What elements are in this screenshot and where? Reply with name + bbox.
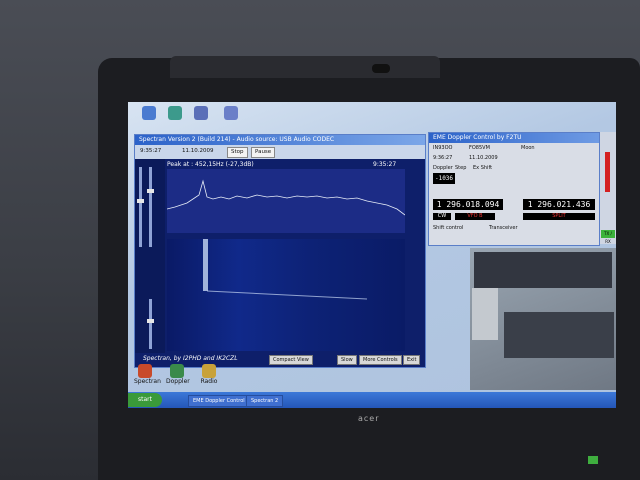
pause-button[interactable]: Pause (251, 147, 276, 158)
knob-box (472, 288, 498, 340)
eme-date: 11.10.2009 (469, 155, 498, 161)
eme-title: EME Doppler Control by F2TU (429, 133, 599, 143)
spectran-toolbar: 9:35:27 11.10.2009 Stop Pause (135, 145, 425, 159)
small-laptop (504, 312, 614, 358)
moon-label: Moon (521, 145, 535, 151)
date-label: 11.10.2009 (179, 147, 217, 156)
split-label: SPLIT (523, 213, 595, 220)
tx-rx-button[interactable]: TX / RX (601, 230, 615, 244)
slider-graphics (137, 167, 154, 349)
waterfall-display (167, 239, 405, 351)
start-button[interactable]: start (128, 393, 162, 407)
right-control-strip: TX / RX (600, 132, 616, 244)
task-spectran[interactable]: Spectran 2 (246, 395, 284, 407)
left-sliders[interactable] (135, 159, 165, 359)
desktop-icon-3[interactable] (190, 106, 212, 120)
spectrum-display (166, 169, 406, 233)
desktop-icon-1[interactable] (138, 106, 160, 120)
vfo-a-frequency: 1 296.018.094 (433, 199, 503, 210)
transceiver-label: Transceiver (489, 225, 518, 231)
webcam (372, 64, 390, 73)
bottom-icon-doppler[interactable]: Doppler (166, 364, 190, 385)
task-eme[interactable]: EME Doppler Control (188, 395, 250, 407)
cw-mode[interactable]: CW (433, 213, 451, 220)
shift-label: Ex Shift (473, 165, 493, 171)
doppler-label: Doppler (433, 165, 453, 171)
shift-control-label: Shift control (433, 225, 464, 231)
step-label: Step (455, 165, 467, 171)
spectran-window: Spectran Version 2 (Build 214) - Audio s… (134, 134, 426, 368)
time-left: 9:35:27 (137, 147, 165, 156)
waterfall-signal (203, 239, 368, 300)
peak-readout: Peak at : 452,15Hz (-27,3dB) (167, 161, 254, 168)
more-controls-button[interactable]: More Controls (359, 355, 402, 365)
stop-button[interactable]: Stop (227, 147, 248, 158)
exit-button[interactable]: Exit (403, 355, 421, 365)
dark-panel (474, 252, 612, 288)
radio-equipment-image (470, 248, 616, 390)
slow-button[interactable]: Slow (337, 355, 357, 365)
laptop-screen: Spectran Version 2 (Build 214) - Audio s… (128, 102, 616, 408)
eme-time: 9:36:27 (433, 155, 453, 161)
locator-2: FO85VM (469, 145, 490, 151)
compact-view-button[interactable]: Compact View (269, 355, 313, 365)
eme-doppler-window: EME Doppler Control by F2TU IN93OO FO85V… (428, 132, 600, 246)
laptop-hinge (170, 56, 440, 78)
locator-1: IN93OO (433, 145, 453, 151)
bottom-icon-spectran[interactable]: Spectran (134, 364, 161, 385)
vfo-b-label: VFO B (455, 213, 495, 220)
laptop-brand: acer (358, 414, 380, 423)
time-right: 9:35:27 (373, 161, 397, 168)
status-led (588, 456, 598, 464)
spectrum-trace (166, 179, 406, 216)
credit-text: Spectran, by I2PHD and IK2CZL (143, 355, 238, 362)
doppler-value: -1036 (433, 173, 455, 184)
desktop-icon-2[interactable] (164, 106, 186, 120)
taskbar: start EME Doppler Control Spectran 2 (128, 392, 616, 408)
bottom-icon-radio[interactable]: Radio (198, 364, 220, 385)
spectran-title: Spectran Version 2 (Build 214) - Audio s… (135, 135, 425, 145)
vfo-b-frequency: 1 296.021.436 (523, 199, 595, 210)
desktop-icon-4[interactable] (220, 106, 242, 120)
level-bar (605, 152, 610, 192)
